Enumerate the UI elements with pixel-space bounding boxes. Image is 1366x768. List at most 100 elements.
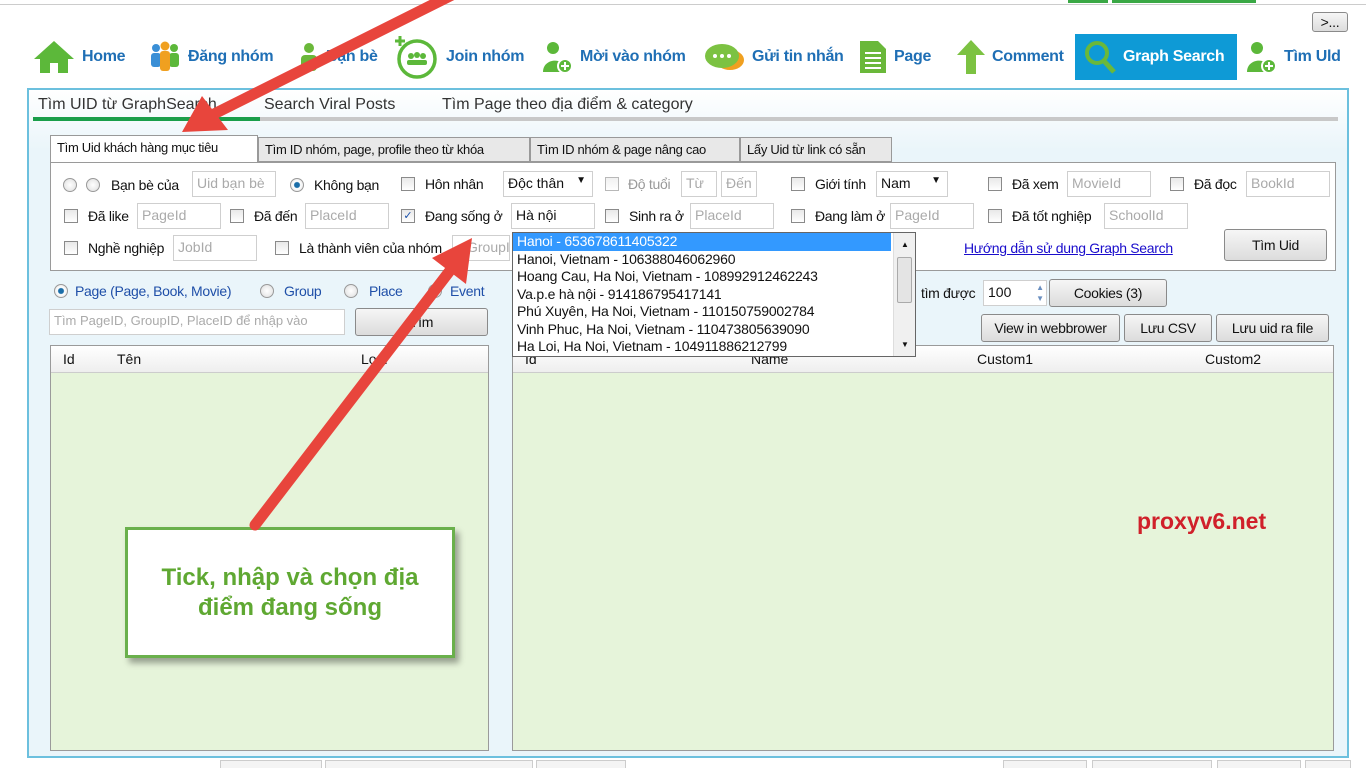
suggestion-item[interactable]: Vinh Phuc, Ha Noi, Vietnam - 11047380563… [513,321,891,339]
nav-graph-search[interactable]: Graph Search [1075,34,1237,80]
checkbox-hon-nhan[interactable] [401,177,415,191]
inner-tab-khach-hang[interactable]: Tìm Uid khách hàng mục tiêu [50,135,258,162]
help-link[interactable]: Hướng dẫn sử dung Graph Search [964,240,1173,256]
scroll-up-icon[interactable]: ▲ [901,236,909,253]
chevron-down-icon: ▼ [931,175,941,186]
checkbox-dang-lam-o[interactable] [791,209,805,223]
tim-button[interactable]: Tìm [355,308,488,336]
luu-uid-button[interactable]: Lưu uid ra file [1216,314,1329,342]
group-id-input[interactable]: GroupId [452,235,510,261]
count-value: 100 [988,284,1012,300]
label-da-xem: Đã xem [1012,176,1059,192]
job-id-input[interactable]: JobId [173,235,257,261]
page-search-input[interactable]: Tìm PageID, GroupID, PlaceID để nhập vào [49,309,345,335]
status-tab [220,760,322,768]
checkbox-da-doc[interactable] [1170,177,1184,191]
suggestion-item[interactable]: Ha Loi, Ha Noi, Vietnam - 10491188621279… [513,338,891,356]
col-custom1[interactable]: Custom1 [977,351,1033,367]
place-id-input[interactable]: PlaceId [305,203,389,229]
label-gioi-tinh: Giới tính [815,176,866,192]
more-button[interactable]: >... [1312,12,1348,32]
scroll-down-icon[interactable]: ▼ [901,336,909,353]
checkbox-da-like[interactable] [64,209,78,223]
age-to-input[interactable]: Đến [721,171,757,197]
suggestion-item[interactable]: Hanoi, Vietnam - 106388046062960 [513,251,891,269]
radio-page[interactable] [54,284,68,298]
nav-label: Home [82,48,126,65]
scrollbar[interactable]: ▲ ▼ [893,233,915,356]
inner-tab-link[interactable]: Lấy Uid từ link có sẵn [740,137,892,162]
radio-place[interactable] [344,284,358,298]
inner-tab-tu-khoa[interactable]: Tìm ID nhóm, page, profile theo từ khóa [258,137,530,162]
suggestion-item[interactable]: Hoang Cau, Ha Noi, Vietnam - 10899291246… [513,268,891,286]
people-icon [151,41,179,71]
status-tab [1003,760,1087,768]
nav-comment[interactable]: Comment [956,34,1064,80]
checkbox-da-tot-nghiep[interactable] [988,209,1002,223]
nav-moi-vao-nhom[interactable]: Mời vào nhóm [540,34,686,80]
nav-page[interactable]: Page [858,34,931,80]
col-ten[interactable]: Tên [117,351,141,367]
label-dang-lam-o: Đang làm ở [815,208,885,224]
label-group: Group [284,283,322,299]
suggestion-item[interactable]: Phú Xuyên, Ha Noi, Vietnam - 11015075900… [513,303,891,321]
nav-gui-tin-nhan[interactable]: Gửi tin nhắn [704,34,844,80]
nav-join-nhom[interactable]: Join nhóm [394,34,524,80]
radio-event[interactable] [428,284,442,298]
col-custom2[interactable]: Custom2 [1205,351,1261,367]
label-da-tot-nghiep: Đã tốt nghiệp [1012,208,1092,224]
tab-tim-uid-graphsearch[interactable]: Tìm UID từ GraphSearch [38,96,217,114]
checkbox-da-den[interactable] [230,209,244,223]
result-count-stepper[interactable]: 100 ▲ ▼ [983,280,1047,306]
checkbox-sinh-ra-o[interactable] [605,209,619,223]
selected-value: Nam [881,175,911,191]
checkbox-do-tuoi[interactable] [605,177,619,191]
radio-option[interactable] [63,178,77,192]
radio-ban-be-cua[interactable] [86,178,100,192]
school-id-input[interactable]: SchoolId [1104,203,1188,229]
luu-csv-button[interactable]: Lưu CSV [1124,314,1212,342]
sinh-ra-place-input[interactable]: PlaceId [690,203,774,229]
age-from-input[interactable]: Từ [681,171,717,197]
label-ban-be-cua: Bạn bè của [111,177,179,193]
checkbox-gioi-tinh[interactable] [791,177,805,191]
stepper-arrows-icon[interactable]: ▲ ▼ [1036,282,1044,304]
checkbox-dang-song-o[interactable]: ✓ [401,209,415,223]
checkbox-da-xem[interactable] [988,177,1002,191]
nav-dang-nhom[interactable]: Đăng nhóm [148,34,274,80]
scroll-thumb[interactable] [897,257,912,303]
location-suggestion-list[interactable]: Hanoi - 653678611405322 Hanoi, Vietnam -… [512,232,916,357]
suggestion-item[interactable]: Hanoi - 653678611405322 [513,233,891,251]
checkbox-nghe-nghiep[interactable] [64,241,78,255]
col-loai[interactable]: Loại [361,351,387,367]
hon-nhan-select[interactable]: Độc thân ▼ [503,171,593,197]
movie-id-input[interactable]: MovieId [1067,171,1151,197]
nav-ban-be[interactable]: Bạn bè [298,34,378,80]
nav-home[interactable]: Home [32,34,126,80]
cookies-button[interactable]: Cookies (3) [1049,279,1167,307]
radio-khong-ban[interactable] [290,178,304,192]
gioi-tinh-select[interactable]: Nam ▼ [876,171,948,197]
tab-tim-page[interactable]: Tìm Page theo địa điểm & category [442,96,693,114]
inner-tab-nang-cao[interactable]: Tìm ID nhóm & page nâng cao [530,137,740,162]
book-id-input[interactable]: BookId [1246,171,1330,197]
col-id[interactable]: Id [63,351,75,367]
label-do-tuoi: Độ tuổi [628,176,671,192]
dang-lam-page-input[interactable]: PageId [890,203,974,229]
dang-song-o-input[interactable]: Hà nội [511,203,595,229]
view-webbrowser-button[interactable]: View in webbrower [981,314,1120,342]
checkbox-thanh-vien[interactable] [275,241,289,255]
status-tab [1217,760,1301,768]
nav-tim-uid[interactable]: Tìm Uld [1244,34,1341,80]
tim-uid-button[interactable]: Tìm Uid [1224,229,1327,261]
search-icon [1085,41,1116,74]
person-icon [301,43,317,71]
uid-ban-be-input[interactable]: Uid bạn bè [192,171,276,197]
home-icon [34,41,74,73]
suggestion-item[interactable]: Va.p.e hà nội - 914186795417141 [513,286,891,304]
radio-group[interactable] [260,284,274,298]
tab-search-viral-posts[interactable]: Search Viral Posts [264,96,395,114]
page-id-input[interactable]: PageId [137,203,221,229]
title-bar-decoration [1112,0,1256,3]
document-icon [860,41,886,73]
